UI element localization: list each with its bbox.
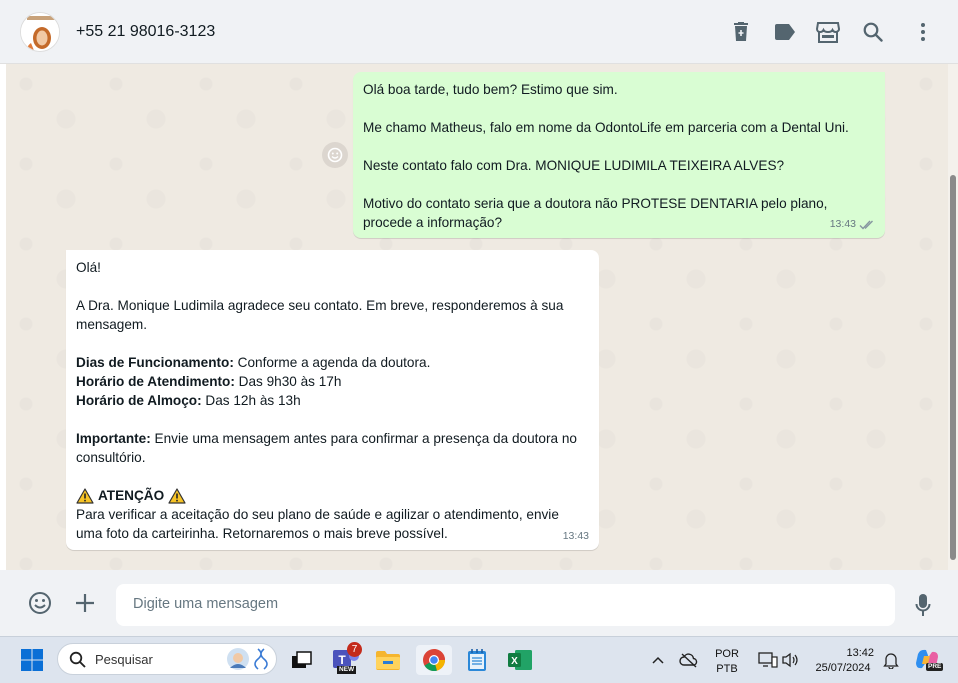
emoji-icon[interactable]: [26, 589, 54, 617]
attention-heading: ATENÇÃO: [76, 486, 589, 505]
microphone-icon[interactable]: [909, 591, 937, 619]
schedule-block: Dias de Funcionamento: Conforme a agenda…: [76, 353, 589, 410]
incoming-message[interactable]: Olá! A Dra. Monique Ludimila agradece se…: [66, 250, 599, 550]
important-note: Importante: Envie uma mensagem antes par…: [76, 431, 577, 465]
teams-badge: 7: [347, 642, 362, 657]
message-meta: 13:43: [563, 527, 589, 546]
svg-text:X: X: [511, 656, 518, 667]
react-emoji-icon[interactable]: [322, 142, 348, 168]
copilot-pre-label: PRE: [926, 663, 944, 671]
task-view-icon[interactable]: [287, 645, 317, 675]
clock-date: 25/07/2024: [815, 662, 871, 674]
warning-icon: [76, 487, 94, 504]
volume-icon[interactable]: [775, 645, 805, 675]
composer-bar: Digite uma mensagem: [0, 570, 958, 636]
label-icon[interactable]: [773, 20, 797, 44]
teams-icon[interactable]: T 7 NEW: [331, 642, 362, 675]
search-icon: [69, 651, 86, 668]
message-meta: 13:43: [830, 215, 875, 234]
chat-header: +55 21 98016-3123: [0, 0, 958, 64]
left-edge: [0, 64, 6, 570]
file-explorer-icon[interactable]: [373, 645, 403, 675]
message-text: Neste contato falo com Dra. MONIQUE LUDI…: [363, 158, 785, 173]
clock-time: 13:42: [846, 647, 874, 659]
outgoing-message[interactable]: Olá boa tarde, tudo bem? Estimo que sim.…: [353, 72, 885, 238]
attach-plus-icon[interactable]: [71, 589, 99, 617]
svg-text:T: T: [338, 653, 346, 667]
taskbar-search[interactable]: Pesquisar: [57, 643, 277, 675]
search-label: Pesquisar: [95, 652, 153, 667]
search-icon[interactable]: [861, 20, 885, 44]
chrome-icon[interactable]: [416, 645, 452, 675]
contact-avatar[interactable]: [20, 12, 60, 52]
message-input[interactable]: Digite uma mensagem: [116, 584, 895, 626]
search-highlight-icon: [227, 648, 268, 670]
copilot-icon[interactable]: PRE: [912, 645, 944, 675]
notepad-icon[interactable]: [462, 645, 492, 675]
message-input-placeholder: Digite uma mensagem: [133, 596, 279, 612]
message-text: Olá!: [76, 260, 101, 275]
contact-name[interactable]: +55 21 98016-3123: [76, 23, 215, 41]
schedule-lunch: Horário de Almoço: Das 12h às 13h: [76, 393, 301, 408]
warning-icon: [168, 487, 186, 504]
notification-bell-icon[interactable]: [876, 645, 906, 675]
menu-icon[interactable]: [911, 20, 935, 44]
onedrive-offline-icon[interactable]: [674, 645, 704, 675]
chat-scrollbar-thumb[interactable]: [950, 175, 956, 560]
message-text: A Dra. Monique Ludimila agradece seu con…: [76, 298, 564, 332]
message-time: 13:43: [562, 530, 589, 542]
message-time: 13:43: [829, 218, 856, 230]
chevron-up-icon[interactable]: [643, 645, 673, 675]
windows-taskbar: Pesquisar T 7 NEW X POR PTB 13:42 25/07/…: [0, 636, 958, 683]
schedule-days: Dias de Funcionamento: Conforme a agenda…: [76, 355, 431, 370]
start-icon[interactable]: [17, 645, 47, 675]
schedule-hours: Horário de Atendimento: Das 9h30 às 17h: [76, 374, 342, 389]
store-icon[interactable]: [816, 20, 840, 44]
message-text: Me chamo Matheus, falo em nome da Odonto…: [363, 120, 849, 135]
keyboard-language[interactable]: POR PTB: [712, 647, 742, 677]
message-text: Motivo do contato seria que a doutora nã…: [363, 196, 828, 230]
teams-new-label: NEW: [337, 666, 357, 674]
excel-icon[interactable]: X: [505, 645, 535, 675]
message-text: Olá boa tarde, tudo bem? Estimo que sim.: [363, 82, 618, 97]
read-receipt-icon: [859, 220, 873, 230]
system-clock[interactable]: 13:42 25/07/2024: [808, 646, 878, 676]
delete-icon[interactable]: [729, 20, 753, 44]
attention-text: Para verificar a aceitação do seu plano …: [76, 507, 559, 541]
